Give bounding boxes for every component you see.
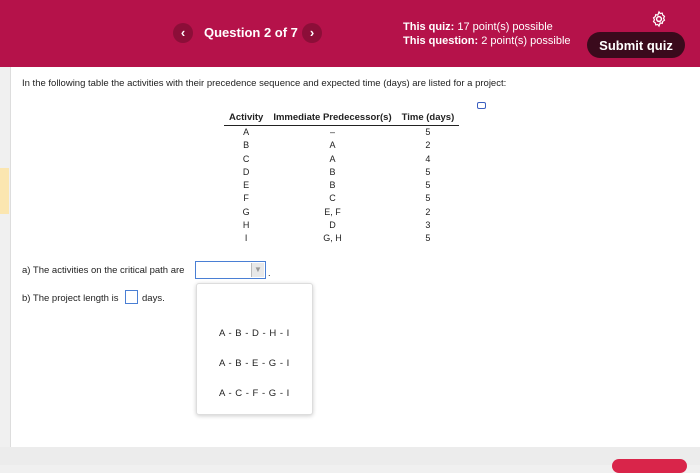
gear-icon[interactable] bbox=[650, 10, 668, 28]
predecessor-cell: B bbox=[329, 166, 336, 177]
time-cell: 2 bbox=[425, 140, 431, 151]
activity-cell: A bbox=[243, 127, 250, 137]
table-row: C A 4 bbox=[224, 153, 459, 166]
dropdown-option[interactable]: A - C - F - G - I bbox=[219, 388, 290, 399]
days-label: days. bbox=[142, 293, 165, 304]
critical-path-dropdown: A - B - D - H - I A - B - E - G - I A - … bbox=[196, 283, 313, 415]
question-b-text: b) The project length is bbox=[22, 293, 119, 304]
quiz-header: ‹ Question 2 of 7 › This quiz: 17 point(… bbox=[0, 0, 700, 67]
activity-cell: I bbox=[244, 233, 248, 244]
table-row: D B 5 bbox=[224, 166, 459, 179]
time-cell: 5 bbox=[425, 127, 431, 137]
activity-cell: C bbox=[242, 153, 250, 164]
table-row: E B 5 bbox=[224, 179, 459, 192]
time-cell: 5 bbox=[425, 180, 431, 191]
dropdown-option[interactable]: A - B - E - G - I bbox=[219, 358, 290, 369]
quiz-points-value: 17 point(s) possible bbox=[457, 21, 553, 33]
footer-bar bbox=[0, 447, 700, 465]
project-length-input[interactable] bbox=[125, 290, 138, 304]
activity-cell: F bbox=[243, 193, 249, 204]
critical-path-select[interactable]: ▼ bbox=[195, 261, 266, 279]
chevron-down-icon[interactable]: ▼ bbox=[251, 263, 264, 277]
activity-cell: D bbox=[242, 166, 250, 177]
table-expand-icon[interactable] bbox=[477, 102, 486, 109]
activity-table: Activity Immediate Predecessor(s) Time (… bbox=[224, 112, 460, 246]
predecessor-cell: C bbox=[329, 193, 336, 204]
question-counter: Question 2 of 7 bbox=[204, 25, 298, 40]
table-row: A – 5 bbox=[224, 126, 459, 140]
activity-cell: B bbox=[243, 140, 250, 151]
time-cell: 4 bbox=[425, 153, 431, 164]
chevron-left-icon[interactable]: ‹ bbox=[173, 23, 193, 43]
time-cell: 3 bbox=[425, 220, 431, 231]
predecessor-cell: B bbox=[329, 180, 336, 191]
table-row: B A 2 bbox=[224, 139, 459, 152]
table-row: I G, H 5 bbox=[224, 232, 459, 245]
column-header-activity: Activity bbox=[224, 112, 269, 126]
activity-cell: G bbox=[242, 206, 250, 217]
table-row: H D 3 bbox=[224, 219, 459, 232]
table-row: F C 5 bbox=[224, 192, 459, 205]
activity-cell: E bbox=[243, 180, 250, 191]
question-points-value: 2 point(s) possible bbox=[481, 35, 571, 47]
chevron-right-icon[interactable]: › bbox=[302, 23, 322, 43]
activity-cell: H bbox=[242, 220, 250, 231]
predecessor-cell: A bbox=[329, 140, 336, 151]
predecessor-cell: E, F bbox=[324, 206, 341, 217]
time-cell: 5 bbox=[425, 193, 431, 204]
footer-button[interactable] bbox=[612, 459, 687, 473]
submit-quiz-button[interactable]: Submit quiz bbox=[587, 32, 685, 58]
column-header-predecessor: Immediate Predecessor(s) bbox=[268, 112, 397, 126]
question-points-label: This question: bbox=[403, 35, 479, 47]
period-text: . bbox=[268, 268, 271, 278]
time-cell: 5 bbox=[425, 166, 431, 177]
predecessor-cell: – bbox=[329, 127, 335, 137]
time-cell: 2 bbox=[425, 206, 431, 217]
question-a-text: a) The activities on the critical path a… bbox=[22, 265, 185, 276]
dropdown-option[interactable]: A - B - D - H - I bbox=[219, 328, 290, 339]
points-info: This quiz: 17 point(s) possible This que… bbox=[403, 20, 571, 48]
predecessor-cell: D bbox=[329, 220, 336, 231]
predecessor-cell: A bbox=[329, 153, 336, 164]
time-cell: 5 bbox=[425, 233, 431, 244]
table-row: G E, F 2 bbox=[224, 206, 459, 219]
column-header-time: Time (days) bbox=[396, 112, 460, 126]
predecessor-cell: G, H bbox=[323, 233, 342, 244]
side-marker bbox=[0, 168, 9, 214]
question-intro: In the following table the activities wi… bbox=[22, 78, 507, 89]
quiz-points-label: This quiz: bbox=[403, 21, 455, 33]
